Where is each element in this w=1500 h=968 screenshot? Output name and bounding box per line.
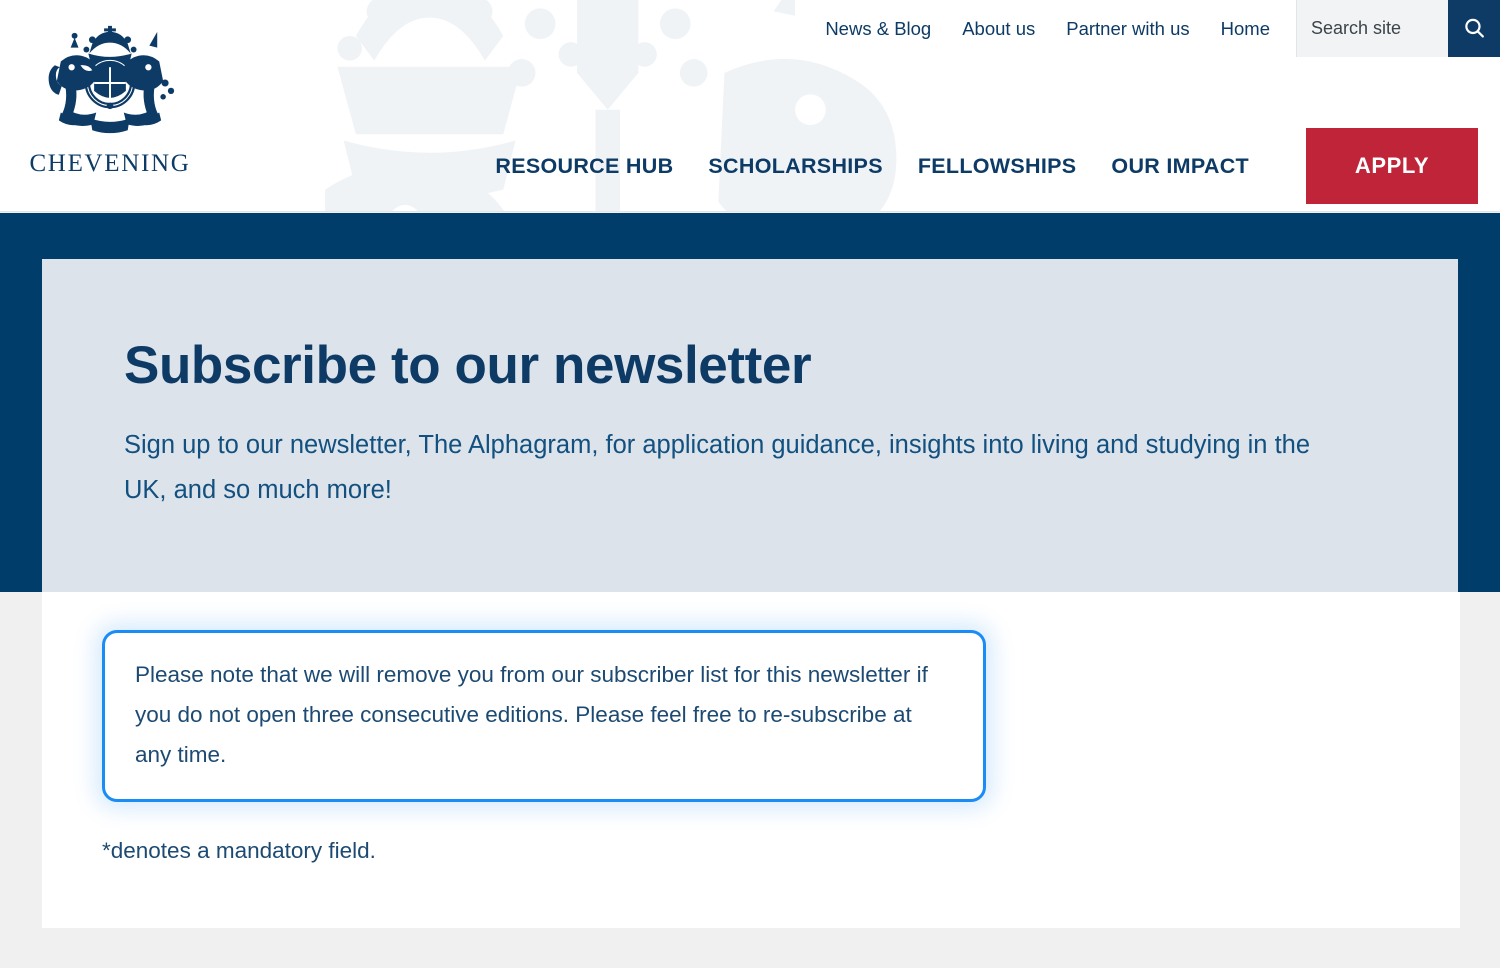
site-header: CHEVENING News & Blog About us Partner w… [0, 0, 1500, 212]
search-input[interactable] [1296, 0, 1448, 57]
nav-link-resource-hub[interactable]: RESOURCE HUB [495, 154, 673, 179]
content-card: Please note that we will remove you from… [42, 592, 1460, 928]
royal-coat-of-arms-icon [48, 25, 175, 134]
nav-link-scholarships[interactable]: SCHOLARSHIPS [708, 154, 882, 179]
utility-link-about-us[interactable]: About us [962, 18, 1035, 40]
page-root: CHEVENING News & Blog About us Partner w… [0, 0, 1500, 968]
nav-link-fellowships[interactable]: FELLOWSHIPS [918, 154, 1077, 179]
page-title: Subscribe to our newsletter [124, 336, 812, 395]
page-subtitle: Sign up to our newsletter, The Alphagram… [124, 431, 1311, 504]
hero-card: Subscribe to our newsletter Sign up to o… [42, 259, 1458, 592]
search-button[interactable] [1448, 0, 1500, 57]
nav-link-our-impact[interactable]: OUR IMPACT [1111, 154, 1249, 179]
main-nav: RESOURCE HUB SCHOLARSHIPS FELLOWSHIPS OU… [0, 128, 1500, 204]
mandatory-field-note: *denotes a mandatory field. [102, 838, 376, 864]
utility-bar: News & Blog About us Partner with us Hom… [795, 0, 1500, 57]
subscriber-notice-text: Please note that we will remove you from… [135, 662, 928, 768]
utility-link-home[interactable]: Home [1221, 18, 1270, 40]
utility-link-partner-with-us[interactable]: Partner with us [1066, 18, 1189, 40]
utility-link-news-blog[interactable]: News & Blog [825, 18, 931, 40]
search-icon [1464, 18, 1484, 38]
utility-nav: News & Blog About us Partner with us Hom… [795, 0, 1296, 57]
apply-button[interactable]: APPLY [1306, 128, 1478, 204]
subscriber-notice-box[interactable]: Please note that we will remove you from… [102, 630, 986, 803]
